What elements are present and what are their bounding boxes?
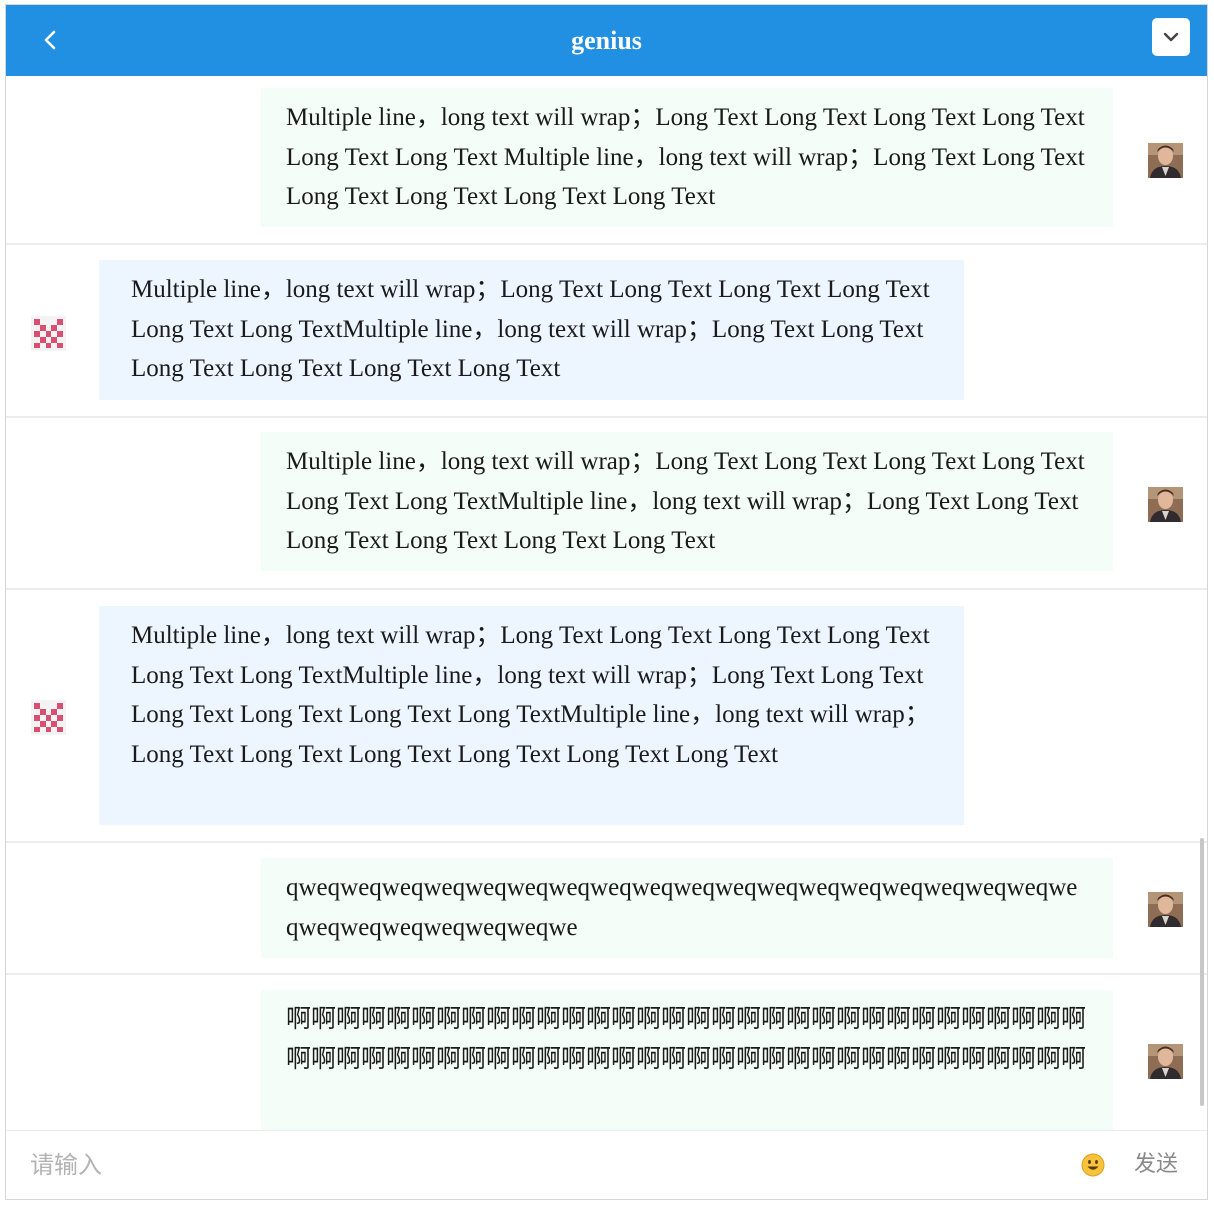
message-bubble: Multiple line，long text will wrap；Long T…: [99, 606, 964, 825]
composer-bar: 发送: [6, 1130, 1207, 1199]
smiley-face-icon: [1081, 1153, 1105, 1177]
user-photo-avatar[interactable]: [1148, 1044, 1183, 1079]
message-input[interactable]: [30, 1143, 1030, 1187]
header-bar: genius: [6, 5, 1207, 76]
message-row: 啊啊啊啊啊啊啊啊啊啊啊啊啊啊啊啊啊啊啊啊啊啊啊啊啊啊啊啊啊啊啊啊啊啊啊啊啊啊啊啊…: [6, 975, 1207, 1130]
chat-window: genius Multiple line，long text will wrap…: [5, 4, 1208, 1200]
user-photo-avatar[interactable]: [1148, 892, 1183, 927]
emoji-button[interactable]: [1080, 1152, 1106, 1178]
message-bubble: Multiple line，long text will wrap；Long T…: [261, 432, 1113, 571]
message-bubble: Multiple line，long text will wrap；Long T…: [99, 260, 964, 400]
message-row: Multiple line，long text will wrap；Long T…: [6, 76, 1207, 245]
message-row: Multiple line，long text will wrap；Long T…: [6, 418, 1207, 590]
send-button[interactable]: 发送: [1134, 1145, 1178, 1185]
user-photo-avatar[interactable]: [1148, 487, 1183, 522]
dropdown-menu-button[interactable]: [1152, 18, 1190, 56]
user-photo-avatar[interactable]: [1148, 143, 1183, 178]
message-bubble: 啊啊啊啊啊啊啊啊啊啊啊啊啊啊啊啊啊啊啊啊啊啊啊啊啊啊啊啊啊啊啊啊啊啊啊啊啊啊啊啊…: [261, 990, 1113, 1130]
message-bubble: qweqweqweqweqweqweqweqweqweqweqweqweqweq…: [261, 858, 1113, 958]
message-list[interactable]: Multiple line，long text will wrap；Long T…: [6, 76, 1207, 1130]
message-row: Multiple line，long text will wrap；Long T…: [6, 245, 1207, 418]
message-row: qweqweqweqweqweqweqweqweqweqweqweqweqweq…: [6, 843, 1207, 975]
scrollbar-thumb[interactable]: [1200, 838, 1204, 1106]
page-title: genius: [571, 26, 642, 55]
pixel-identicon-avatar[interactable]: [31, 700, 66, 735]
message-bubble: Multiple line，long text will wrap；Long T…: [261, 88, 1113, 227]
chevron-down-icon: [1163, 32, 1179, 42]
message-row: Multiple line，long text will wrap；Long T…: [6, 590, 1207, 843]
pixel-identicon-avatar[interactable]: [31, 316, 66, 351]
